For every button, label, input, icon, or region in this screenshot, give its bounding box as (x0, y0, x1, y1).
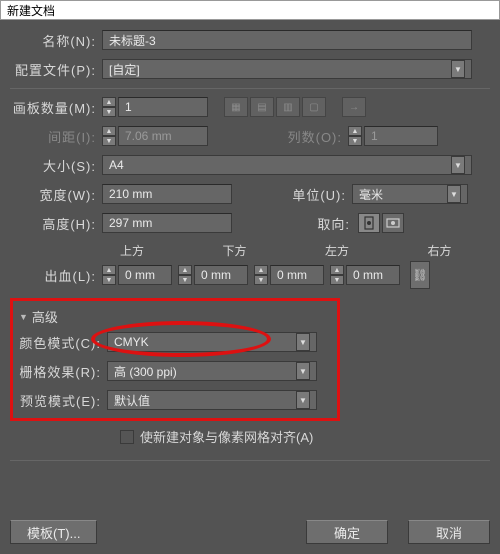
raster-label: 栅格效果(R): (19, 362, 107, 381)
orient-portrait-button[interactable] (358, 213, 380, 233)
chevron-down-icon: ▼ (451, 156, 465, 174)
grid-single-icon[interactable]: ▢ (302, 97, 326, 117)
grid-z-icon[interactable]: ▦ (224, 97, 248, 117)
advanced-section: ▼ 高级 颜色模式(C): CMYK ▼ 栅格效果(R): 高 (300 ppi… (10, 298, 340, 421)
step-up-icon: ▲ (102, 126, 116, 136)
bleed-bottom-input[interactable] (194, 265, 248, 285)
bleed-top-stepper[interactable]: ▲▼ (102, 265, 116, 285)
step-down-icon[interactable]: ▼ (102, 107, 116, 117)
name-input[interactable] (102, 30, 472, 50)
cols-input (364, 126, 438, 146)
profile-label: 配置文件(P): (10, 60, 102, 79)
bleed-top-input[interactable] (118, 265, 172, 285)
size-select[interactable]: A4 ▼ (102, 155, 472, 175)
grid-col-icon[interactable]: ▥ (276, 97, 300, 117)
preview-select[interactable]: 默认值 ▼ (107, 390, 317, 410)
height-label: 高度(H): (10, 214, 102, 233)
chevron-down-icon: ▼ (447, 185, 461, 203)
bleed-label: 出血(L): (10, 266, 102, 285)
align-pixel-checkbox[interactable] (120, 430, 134, 444)
unit-label: 单位(U): (282, 185, 352, 204)
bleed-top-head: 上方 (120, 242, 183, 259)
step-up-icon: ▲ (348, 126, 362, 136)
bleed-right-stepper[interactable]: ▲▼ (330, 265, 344, 285)
artboards-label: 画板数量(M): (10, 98, 102, 117)
raster-select[interactable]: 高 (300 ppi) ▼ (107, 361, 317, 381)
orient-label: 取向: (312, 214, 356, 233)
bleed-left-stepper[interactable]: ▲▼ (254, 265, 268, 285)
ok-button[interactable]: 确定 (306, 520, 388, 544)
chevron-down-icon: ▼ (296, 362, 310, 380)
spacing-input (118, 126, 208, 146)
height-input[interactable] (102, 213, 232, 233)
disclosure-triangle-icon[interactable]: ▼ (19, 312, 28, 322)
color-mode-value: CMYK (114, 335, 149, 349)
arrow-right-icon[interactable]: → (342, 97, 366, 117)
step-down-icon: ▼ (102, 136, 116, 146)
color-mode-label: 颜色模式(C): (19, 333, 107, 352)
preview-label: 预览模式(E): (19, 391, 107, 410)
chevron-down-icon: ▼ (296, 391, 310, 409)
link-icon[interactable]: ⛓ (410, 261, 430, 289)
spacing-stepper: ▲ ▼ (102, 126, 116, 146)
cols-stepper: ▲ ▼ (348, 126, 362, 146)
divider (10, 88, 490, 89)
orient-landscape-button[interactable] (382, 213, 404, 233)
spacing-label: 间距(I): (10, 127, 102, 146)
window-title: 新建文档 (0, 0, 500, 20)
step-up-icon[interactable]: ▲ (102, 97, 116, 107)
bleed-left-input[interactable] (270, 265, 324, 285)
bleed-bottom-head: 下方 (223, 242, 286, 259)
profile-select[interactable]: [自定] ▼ (102, 59, 472, 79)
width-label: 宽度(W): (10, 185, 102, 204)
preview-value: 默认值 (114, 392, 150, 409)
template-button[interactable]: 模板(T)... (10, 520, 97, 544)
raster-value: 高 (300 ppi) (114, 363, 177, 380)
step-down-icon: ▼ (348, 136, 362, 146)
unit-select[interactable]: 毫米 ▼ (352, 184, 468, 204)
artboards-stepper[interactable]: ▲ ▼ (102, 97, 116, 117)
bleed-left-head: 左方 (325, 242, 388, 259)
name-label: 名称(N): (10, 31, 102, 50)
bleed-right-head: 右方 (428, 242, 491, 259)
color-mode-select[interactable]: CMYK ▼ (107, 332, 317, 352)
size-label: 大小(S): (10, 156, 102, 175)
artboards-input[interactable] (118, 97, 208, 117)
dialog-body: 名称(N): 配置文件(P): [自定] ▼ 画板数量(M): ▲ ▼ ▦ ▤ … (0, 20, 500, 554)
align-pixel-label: 使新建对象与像素网格对齐(A) (140, 427, 313, 446)
chevron-down-icon: ▼ (451, 60, 465, 78)
cancel-button[interactable]: 取消 (408, 520, 490, 544)
unit-value: 毫米 (359, 186, 383, 203)
size-value: A4 (109, 158, 124, 172)
cols-label: 列数(O): (278, 127, 348, 146)
bleed-bottom-stepper[interactable]: ▲▼ (178, 265, 192, 285)
chevron-down-icon: ▼ (296, 333, 310, 351)
divider (10, 460, 490, 461)
advanced-title: 高级 (32, 307, 58, 326)
bleed-right-input[interactable] (346, 265, 400, 285)
profile-value: [自定] (109, 61, 140, 78)
width-input[interactable] (102, 184, 232, 204)
grid-row-icon[interactable]: ▤ (250, 97, 274, 117)
